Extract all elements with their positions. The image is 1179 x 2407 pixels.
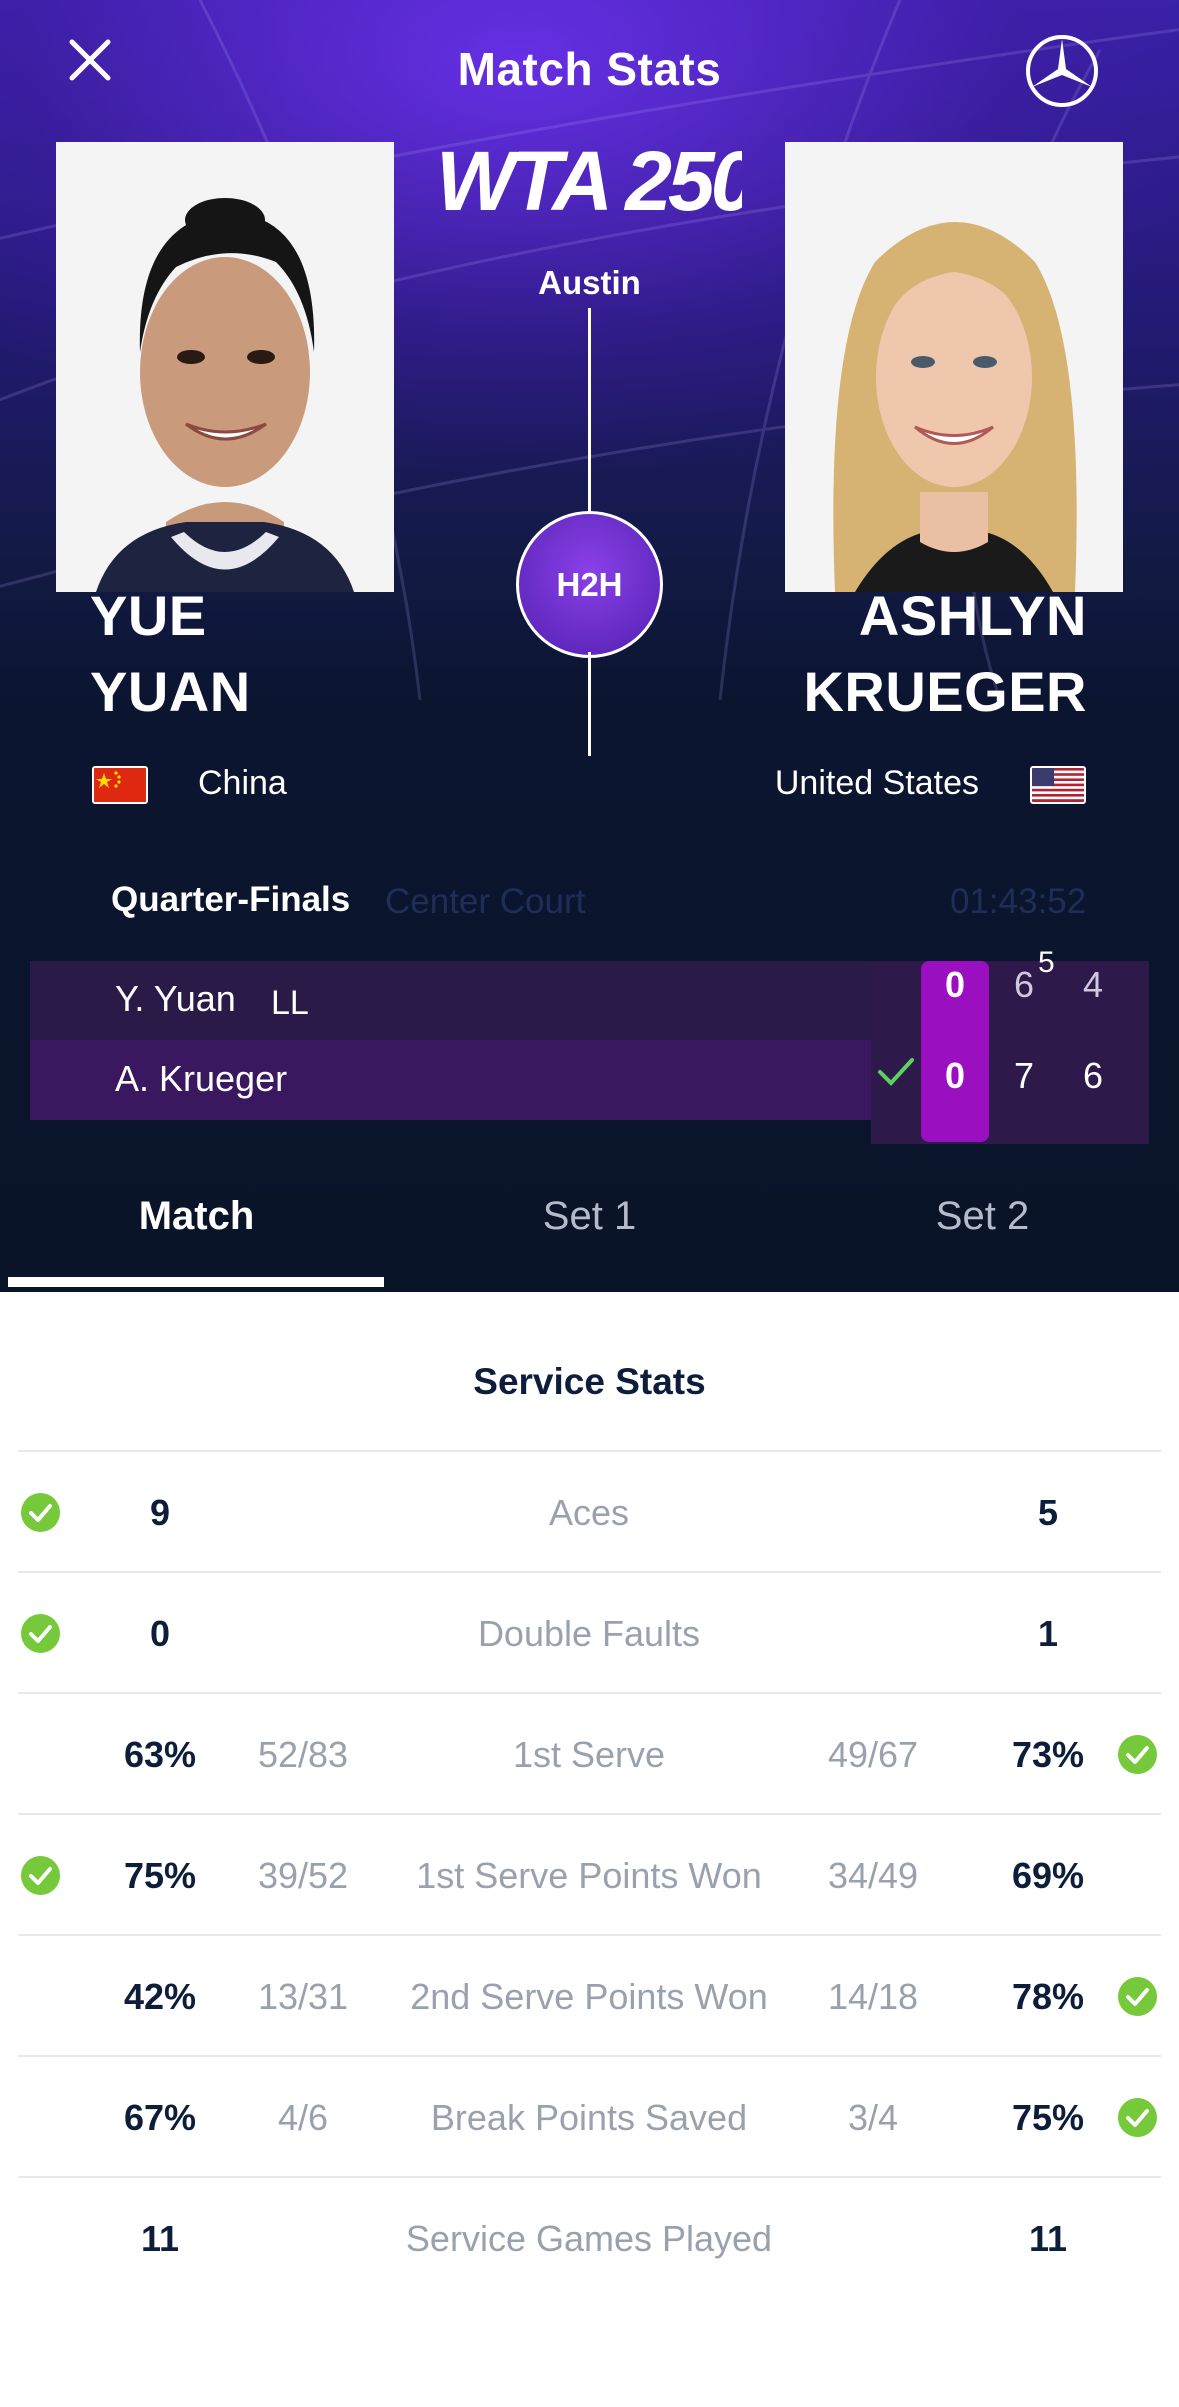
stat-right-fraction	[778, 1452, 968, 1573]
stat-row: 9 Aces 5	[18, 1450, 1161, 1571]
stat-right-fraction	[778, 2178, 968, 2299]
current-game-score: 0	[944, 964, 966, 1005]
stat-row: 75% 39/52 1st Serve Points Won 34/49 69%	[18, 1813, 1161, 1934]
section-title: Service Stats	[473, 1361, 706, 1402]
usa-flag-icon	[1030, 766, 1086, 804]
set1-score: 6	[1014, 964, 1035, 1005]
tab-set-2[interactable]: Set 2	[786, 1194, 1179, 1239]
leader-check-icon	[1118, 2098, 1157, 2137]
match-duration: 01:43:52	[950, 882, 1087, 921]
stat-right-fraction: 3/4	[847, 2096, 899, 2138]
divider-line	[588, 308, 591, 514]
stat-right-value: 11	[1028, 2217, 1068, 2259]
stat-row: 63% 52/83 1st Serve 49/67 73%	[18, 1692, 1161, 1813]
stat-right-fraction: 34/49	[827, 1854, 919, 1896]
player-right-country: United States	[774, 764, 979, 802]
lucky-loser-tag: LL	[271, 984, 309, 1022]
leader-check-icon	[1118, 1735, 1157, 1774]
current-game-score: 0	[944, 1055, 966, 1096]
tournament-city: Austin	[538, 264, 641, 301]
tab-match[interactable]: Match	[0, 1194, 393, 1239]
player-left-photo	[56, 142, 394, 592]
set1-score: 7	[1014, 1055, 1035, 1096]
leader-check-icon	[21, 1856, 60, 1895]
scoreboard-sets-panel	[871, 961, 1149, 1144]
scoreboard-player-name: Y. Yuan	[115, 978, 236, 1019]
page-title: Match Stats	[457, 43, 722, 95]
stat-right-fraction	[778, 1573, 968, 1694]
player-left-country: China	[198, 764, 287, 802]
set2-score: 6	[1083, 1055, 1104, 1096]
leader-check-icon	[1118, 1977, 1157, 2016]
stat-right-value: 75%	[1011, 2096, 1085, 2138]
h2h-button[interactable]: H2H	[516, 511, 663, 658]
stat-right-fraction: 49/67	[827, 1733, 919, 1775]
active-tab-indicator	[8, 1277, 384, 1287]
stat-label: 1st Serve Points Won	[416, 1854, 762, 1896]
stat-label: Break Points Saved	[430, 2096, 748, 2138]
match-header: Match Stats WTA 250 Austin H2H YUE YUAN …	[0, 0, 1179, 1292]
h2h-label: H2H	[556, 565, 623, 603]
stat-row: 42% 13/31 2nd Serve Points Won 14/18 78%	[18, 1934, 1161, 2055]
match-court: Center Court	[385, 882, 586, 921]
stat-label: Aces	[548, 1491, 630, 1533]
svg-text:WTA 250: WTA 250	[436, 138, 742, 218]
stat-row: 11 Service Games Played 11	[18, 2176, 1161, 2297]
wta-250-logo: WTA 250	[436, 138, 742, 218]
tab-set-1[interactable]: Set 1	[393, 1194, 786, 1239]
stat-right-value: 5	[1037, 1491, 1059, 1533]
leader-check-icon	[21, 1614, 60, 1653]
leader-check-icon	[21, 1493, 60, 1532]
stat-right-value: 78%	[1011, 1975, 1085, 2017]
mercedes-star-icon	[1026, 35, 1098, 107]
stat-label: Double Faults	[477, 1612, 701, 1654]
divider-line	[588, 652, 591, 756]
china-flag-icon	[92, 766, 148, 804]
match-round: Quarter-Finals	[111, 880, 351, 919]
stat-label: Service Games Played	[405, 2217, 773, 2259]
scoreboard-player-name: A. Krueger	[115, 1058, 288, 1099]
stat-right-value: 1	[1037, 1612, 1059, 1654]
stat-row: 67% 4/6 Break Points Saved 3/4 75%	[18, 2055, 1161, 2176]
player-right-photo	[785, 142, 1123, 592]
set2-score: 4	[1083, 964, 1104, 1005]
winner-check-icon	[878, 1058, 914, 1086]
stat-label: 1st Serve	[512, 1733, 666, 1775]
player-right-name: ASHLYN KRUEGER	[803, 584, 1087, 723]
player-left-name: YUE YUAN	[90, 584, 251, 723]
stat-right-value: 69%	[1011, 1854, 1085, 1896]
stat-right-value: 73%	[1011, 1733, 1085, 1775]
tiebreak-score: 5	[1038, 946, 1055, 979]
stat-row: 0 Double Faults 1	[18, 1571, 1161, 1692]
stat-label: 2nd Serve Points Won	[410, 1975, 768, 2017]
stat-right-fraction: 14/18	[827, 1975, 919, 2017]
